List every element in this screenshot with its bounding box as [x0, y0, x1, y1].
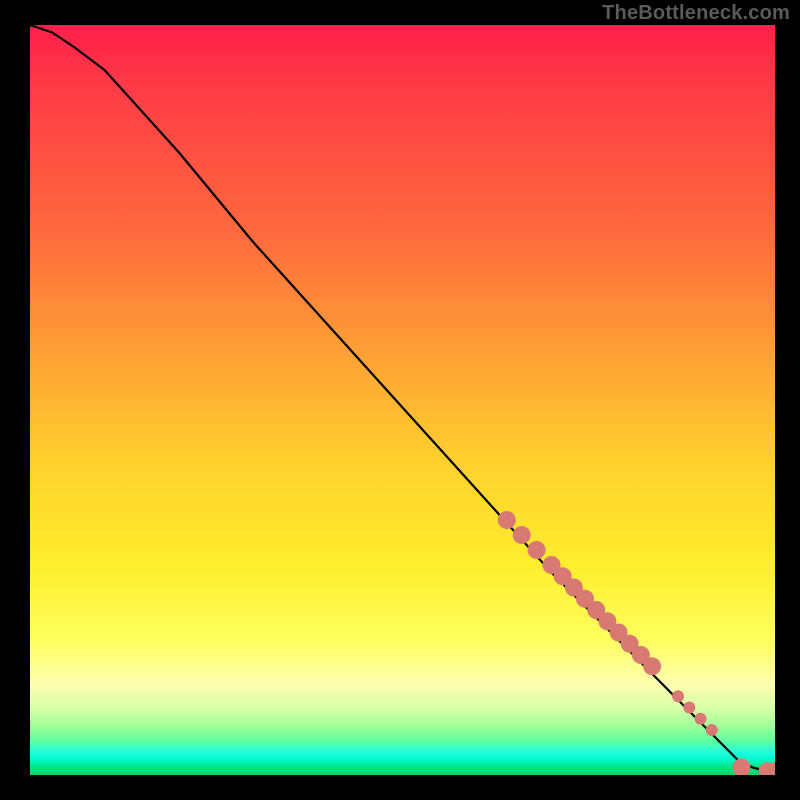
data-point	[695, 713, 707, 725]
chart-stage: TheBottleneck.com	[0, 0, 800, 800]
data-points-group	[498, 511, 775, 775]
data-point	[513, 526, 531, 544]
bottleneck-curve-line	[30, 25, 775, 771]
watermark-text: TheBottleneck.com	[602, 2, 790, 25]
data-point	[706, 724, 718, 736]
data-point	[733, 759, 751, 776]
curve-svg	[30, 25, 775, 775]
data-point	[528, 541, 546, 559]
data-point	[643, 657, 661, 675]
data-point	[672, 690, 684, 702]
data-point	[498, 511, 516, 529]
plot-area	[30, 25, 775, 775]
data-point	[683, 702, 695, 714]
